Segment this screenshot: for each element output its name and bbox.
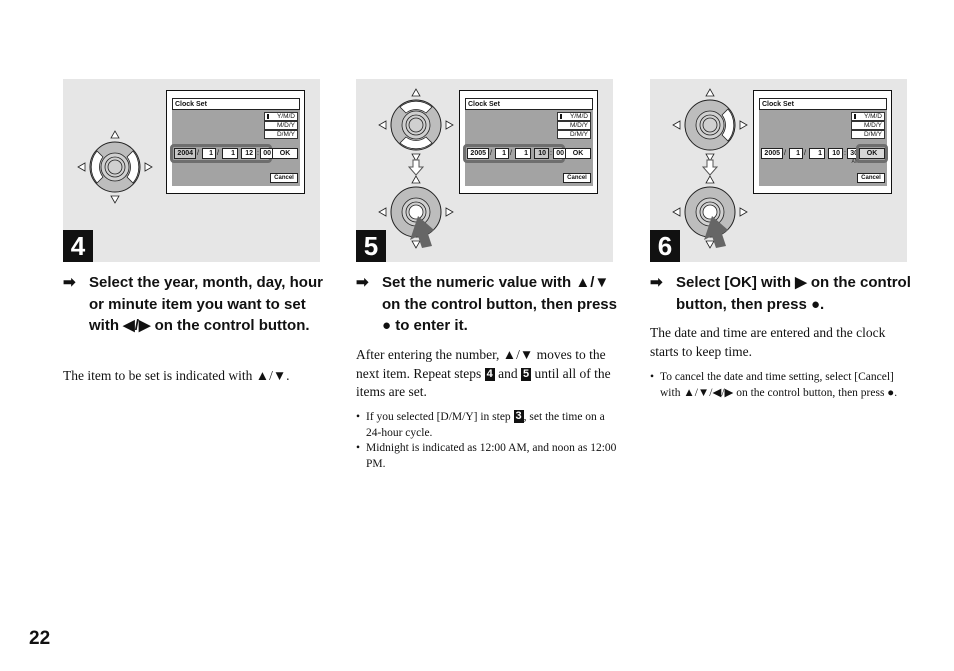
left-arrow-icon — [77, 162, 86, 172]
day-field[interactable]: 1 — [809, 148, 825, 159]
control-button-icon — [378, 88, 454, 162]
step-ref-badge: 5 — [520, 367, 532, 381]
date-separator: / — [490, 150, 492, 157]
instruction-text: Set the numeric value with ▲/▼ on the co… — [382, 274, 617, 334]
cancel-button[interactable]: Cancel — [857, 173, 885, 183]
note-text: If you selected [D/M/Y] in step — [366, 411, 514, 423]
step-4-body: The item to be set is indicated with ▲/▼… — [63, 368, 290, 383]
step-4-instruction: ➡ Select the year, month, day, hour or m… — [63, 272, 323, 337]
screen-title: Clock Set — [759, 98, 887, 110]
body-text: and — [494, 365, 521, 381]
month-field[interactable]: 1 — [202, 148, 216, 159]
step-6-illustration: Clock Set Y/M/D M/D/Y D/M/Y 2005 / 1 / 1… — [650, 79, 907, 262]
step-6-instruction: ➡ Select [OK] with ▶ on the control butt… — [650, 272, 912, 315]
format-option-dmy[interactable]: D/M/Y — [851, 130, 885, 139]
up-arrow-icon — [411, 88, 421, 97]
step-ref-badge: 4 — [484, 367, 495, 381]
control-button-press-icon — [672, 175, 748, 249]
format-option-dmy[interactable]: D/M/Y — [557, 130, 591, 139]
right-arrow-icon: ➡ — [356, 274, 369, 291]
note-item: Midnight is indicated as 12:00 AM, and n… — [356, 441, 618, 472]
step-number-badge: 6 — [650, 230, 680, 262]
clock-set-screen: Clock Set Y/M/D M/D/Y D/M/Y 2005 / 1 / 1… — [459, 90, 598, 194]
right-arrow-icon — [144, 162, 153, 172]
hour-field[interactable]: 12 — [241, 148, 256, 159]
time-separator: : — [844, 150, 846, 157]
format-option-ymd[interactable]: Y/M/D — [557, 112, 591, 121]
control-button-icon — [77, 130, 153, 204]
step-6-notes: To cancel the date and time setting, sel… — [650, 370, 912, 401]
step-5-notes: If you selected [D/M/Y] in step 3, set t… — [356, 410, 618, 472]
cancel-button[interactable]: Cancel — [563, 173, 591, 183]
up-arrow-icon — [110, 130, 120, 139]
note-item: If you selected [D/M/Y] in step 3, set t… — [356, 410, 618, 441]
screen-title: Clock Set — [465, 98, 593, 110]
step-4-illustration: Clock Set Y/M/D M/D/Y D/M/Y 2004 / 1 / 1… — [63, 79, 320, 262]
control-button-press-icon — [378, 175, 454, 249]
cancel-button[interactable]: Cancel — [270, 173, 298, 183]
year-field[interactable]: 2004 — [174, 148, 196, 159]
time-separator: : — [257, 150, 259, 157]
date-separator: / — [784, 150, 786, 157]
year-field[interactable]: 2005 — [467, 148, 489, 159]
format-option-ymd[interactable]: Y/M/D — [264, 112, 298, 121]
date-separator: / — [197, 150, 199, 157]
date-separator: / — [804, 150, 806, 157]
date-separator: / — [217, 150, 219, 157]
right-arrow-icon: ➡ — [63, 274, 76, 291]
right-arrow-icon — [739, 120, 748, 130]
ok-button[interactable]: OK — [859, 148, 885, 159]
right-arrow-icon: ➡ — [650, 274, 663, 291]
clock-set-screen: Clock Set Y/M/D M/D/Y D/M/Y 2004 / 1 / 1… — [166, 90, 305, 194]
format-option-dmy[interactable]: D/M/Y — [264, 130, 298, 139]
format-option-mdy[interactable]: M/D/Y — [851, 121, 885, 130]
day-field[interactable]: 1 — [515, 148, 531, 159]
step-5-illustration: Clock Set Y/M/D M/D/Y D/M/Y 2005 / 1 / 1… — [356, 79, 613, 262]
month-field[interactable]: 1 — [495, 148, 509, 159]
month-field[interactable]: 1 — [789, 148, 803, 159]
instruction-text: Select [OK] with ▶ on the control button… — [676, 274, 911, 313]
time-separator: : — [550, 150, 552, 157]
day-field[interactable]: 1 — [222, 148, 238, 159]
ok-button[interactable]: OK — [565, 148, 591, 159]
down-arrow-icon — [110, 195, 120, 204]
control-button-icon — [672, 88, 748, 162]
step-5-instruction: ➡ Set the numeric value with ▲/▼ on the … — [356, 272, 618, 337]
step-number-badge: 5 — [356, 230, 386, 262]
format-option-mdy[interactable]: M/D/Y — [264, 121, 298, 130]
date-separator: / — [510, 150, 512, 157]
step-6-body: The date and time are entered and the cl… — [650, 325, 886, 359]
clock-set-screen: Clock Set Y/M/D M/D/Y D/M/Y 2005 / 1 / 1… — [753, 90, 892, 194]
format-option-ymd[interactable]: Y/M/D — [851, 112, 885, 121]
hour-field[interactable]: 10 — [828, 148, 843, 159]
format-option-mdy[interactable]: M/D/Y — [557, 121, 591, 130]
step-ref-badge: 3 — [513, 410, 524, 423]
hour-field[interactable]: 10 — [534, 148, 549, 159]
step-number-badge: 4 — [63, 230, 93, 262]
year-field[interactable]: 2005 — [761, 148, 783, 159]
instruction-text: Select the year, month, day, hour or min… — [89, 274, 323, 334]
ok-button[interactable]: OK — [272, 148, 298, 159]
step-5-body: After entering the number, ▲/▼ moves to … — [356, 346, 618, 402]
page-number: 22 — [29, 628, 51, 649]
note-item: To cancel the date and time setting, sel… — [650, 370, 912, 401]
screen-title: Clock Set — [172, 98, 300, 110]
